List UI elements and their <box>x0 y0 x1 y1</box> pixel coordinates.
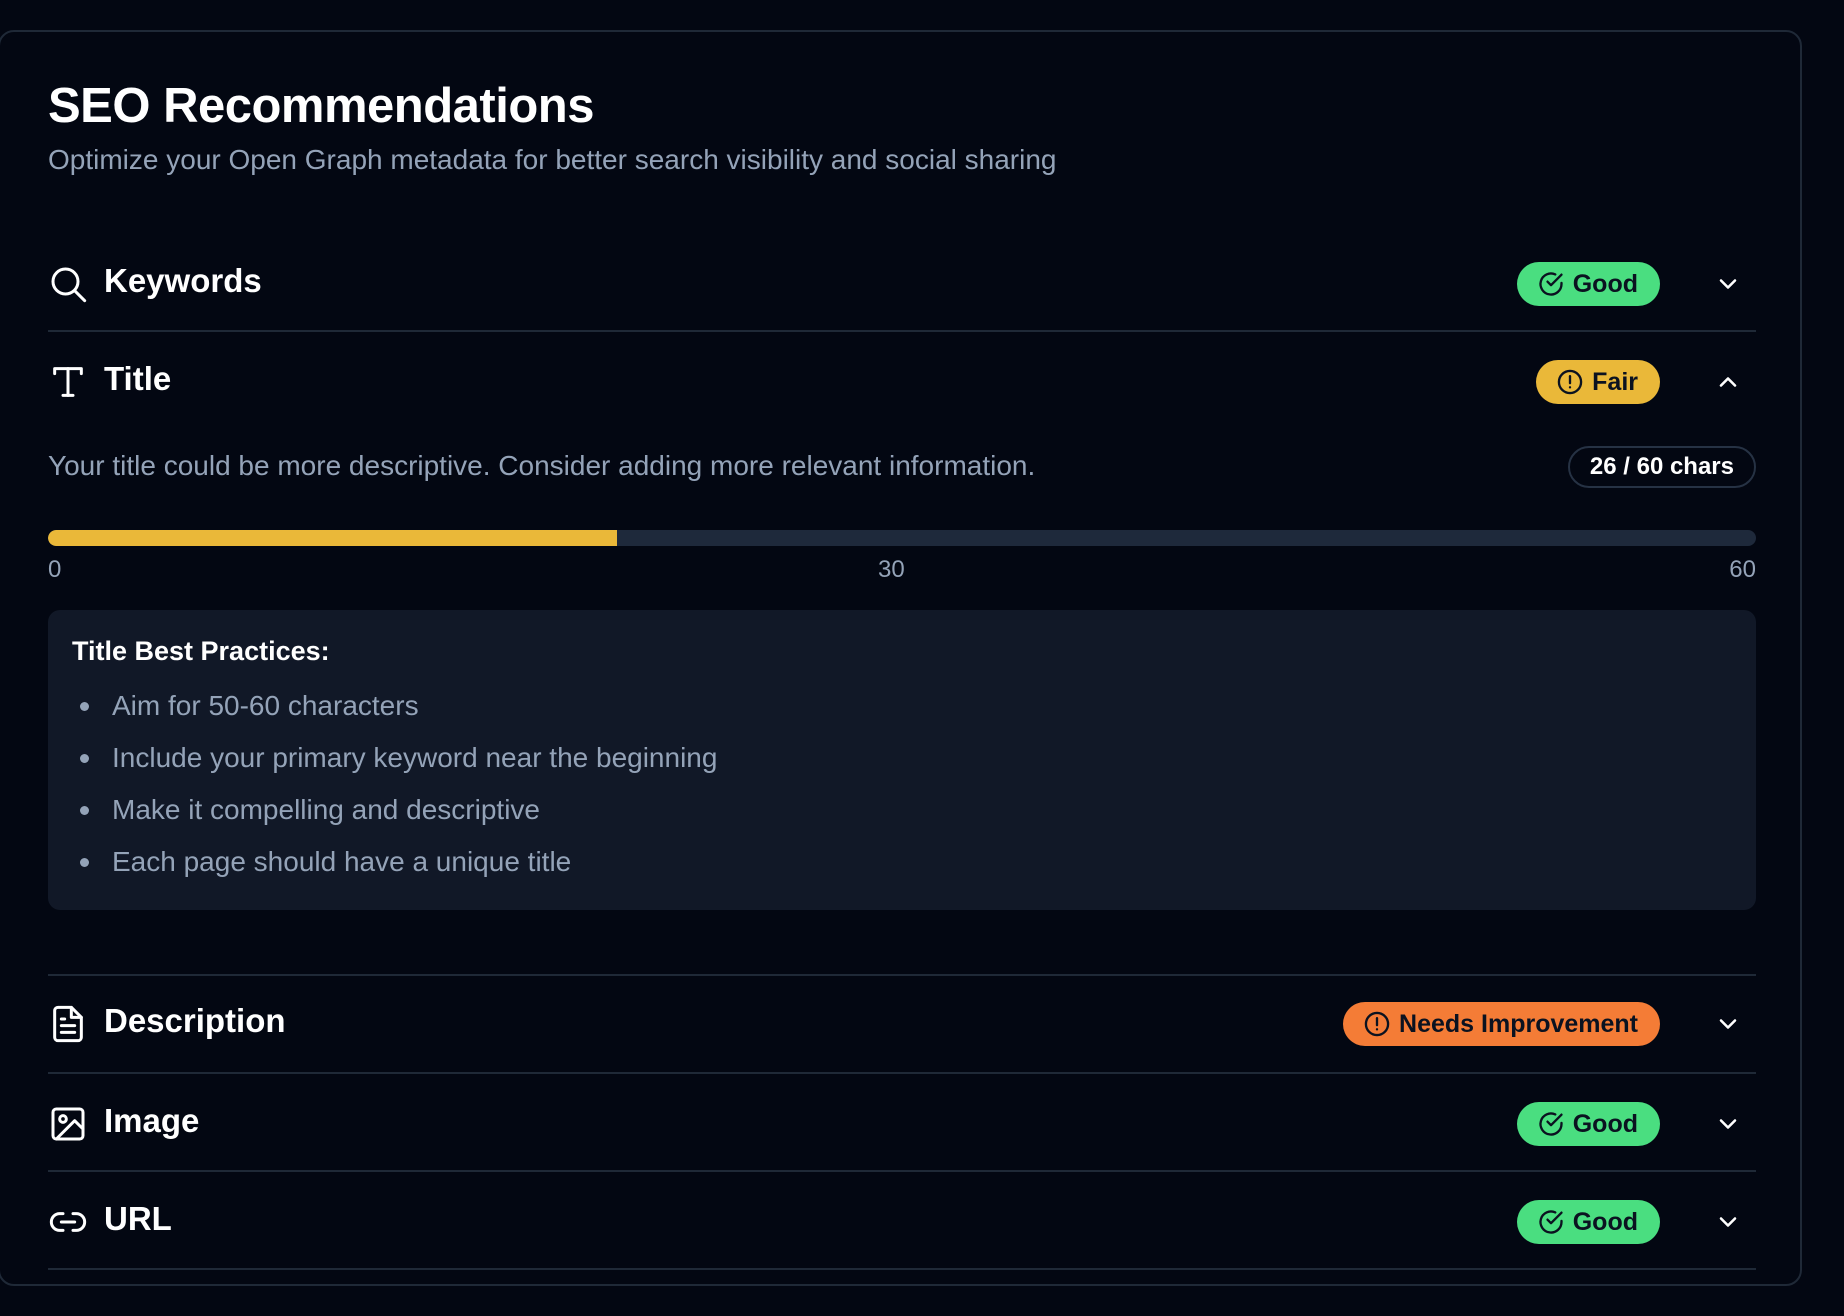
section-description[interactable]: Description Needs Improvement <box>48 974 1756 1074</box>
check-circle-icon <box>1537 270 1565 298</box>
status-badge: Needs Improvement <box>1343 1002 1660 1046</box>
section-title[interactable]: Title Fair <box>48 332 1756 430</box>
best-practices-list: Aim for 50-60 characters Include your pr… <box>72 688 717 896</box>
image-icon <box>48 1104 88 1144</box>
section-label: Keywords <box>104 262 262 299</box>
document-icon <box>48 1004 88 1044</box>
section-label: URL <box>104 1200 172 1237</box>
link-icon <box>48 1202 88 1242</box>
status-badge: Good <box>1516 262 1660 306</box>
chevron-down-icon[interactable] <box>1714 1208 1742 1236</box>
status-text: Good <box>1572 1207 1638 1236</box>
chevron-down-icon[interactable] <box>1714 1110 1742 1138</box>
section-url[interactable]: URL Good <box>48 1172 1756 1270</box>
chevron-up-icon[interactable] <box>1714 368 1742 396</box>
progress-fill <box>48 530 617 546</box>
title-length-progress <box>48 530 1756 546</box>
best-practices-panel: Title Best Practices: Aim for 50-60 char… <box>48 610 1756 910</box>
scale-mid: 30 <box>878 556 905 583</box>
chevron-down-icon[interactable] <box>1714 1010 1742 1038</box>
search-icon <box>48 264 88 304</box>
seo-recommendations-card: SEO Recommendations Optimize your Open G… <box>0 30 1802 1286</box>
page-subtitle: Optimize your Open Graph metadata for be… <box>48 144 1057 175</box>
section-label: Description <box>104 1002 286 1039</box>
chevron-down-icon[interactable] <box>1714 270 1742 298</box>
list-item: Include your primary keyword near the be… <box>72 740 717 792</box>
status-text: Needs Improvement <box>1399 1009 1638 1038</box>
status-text: Good <box>1572 269 1638 298</box>
section-label: Title <box>104 360 172 397</box>
status-badge: Fair <box>1536 360 1660 404</box>
section-label: Image <box>104 1102 200 1139</box>
check-circle-icon <box>1537 1110 1565 1138</box>
text-icon <box>48 362 88 402</box>
list-item: Each page should have a unique title <box>72 844 717 896</box>
list-item: Make it compelling and descriptive <box>72 792 717 844</box>
section-image[interactable]: Image Good <box>48 1074 1756 1172</box>
scale-min: 0 <box>48 556 62 583</box>
scale-max: 60 <box>1729 556 1756 583</box>
status-badge: Good <box>1516 1200 1660 1244</box>
list-item: Aim for 50-60 characters <box>72 688 717 740</box>
alert-circle-icon <box>1363 1010 1391 1038</box>
alert-circle-icon <box>1556 368 1584 396</box>
title-message: Your title could be more descriptive. Co… <box>48 450 1036 481</box>
section-keywords[interactable]: Keywords Good <box>48 234 1756 332</box>
check-circle-icon <box>1537 1208 1565 1236</box>
page-title: SEO Recommendations <box>48 79 594 133</box>
status-badge: Good <box>1516 1102 1660 1146</box>
status-text: Fair <box>1592 367 1638 396</box>
status-text: Good <box>1572 1109 1638 1138</box>
best-practices-title: Title Best Practices: <box>72 636 330 666</box>
char-count-badge: 26 / 60 chars <box>1567 446 1756 488</box>
